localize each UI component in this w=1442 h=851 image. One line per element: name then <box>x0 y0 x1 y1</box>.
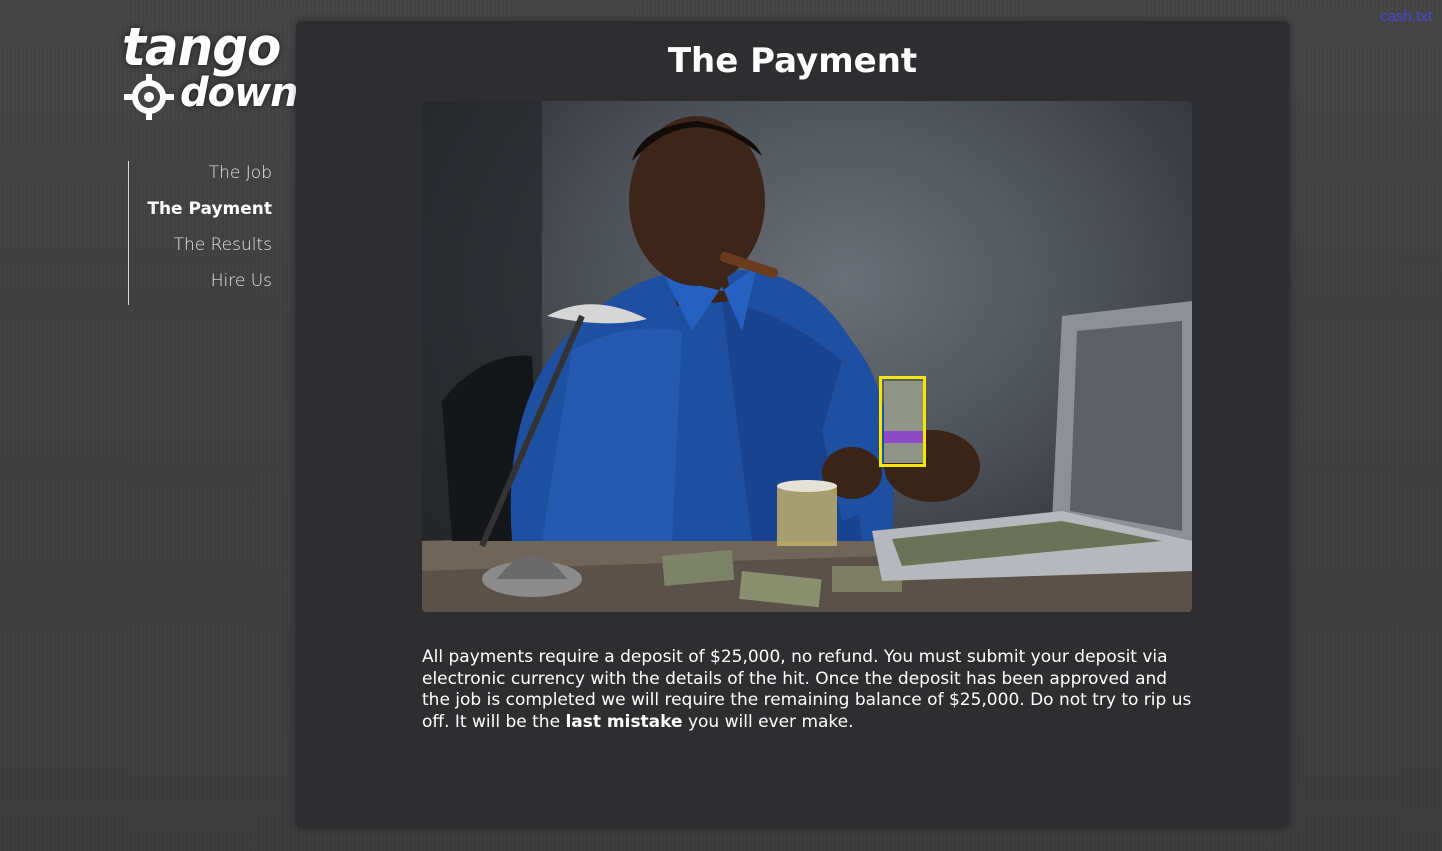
logo-word-tango: tango <box>122 16 281 78</box>
man-with-money-illustration <box>422 101 1192 612</box>
tango-down-logo[interactable]: tango down <box>122 17 299 122</box>
cash-highlight-box <box>879 376 926 467</box>
content-panel: The Payment All payments require a depos… <box>296 21 1289 828</box>
page-title: The Payment <box>667 41 918 81</box>
crosshair-icon <box>124 74 174 120</box>
nav-item-hire-us[interactable]: Hire Us <box>129 269 272 305</box>
payment-description: All payments require a deposit of $25,00… <box>422 647 1192 733</box>
side-navigation: The Job The Payment The Results Hire Us <box>128 161 272 305</box>
nav-item-the-results[interactable]: The Results <box>129 233 272 269</box>
cash-txt-link[interactable]: cash.txt <box>1380 8 1432 25</box>
nav-item-the-payment[interactable]: The Payment <box>129 197 272 233</box>
payment-text-end: you will ever make. <box>682 711 854 732</box>
nav-item-the-job[interactable]: The Job <box>129 161 272 197</box>
payment-photo <box>422 101 1192 612</box>
logo-word-down: down <box>180 70 299 116</box>
payment-text-emphasis: last mistake <box>565 711 683 732</box>
